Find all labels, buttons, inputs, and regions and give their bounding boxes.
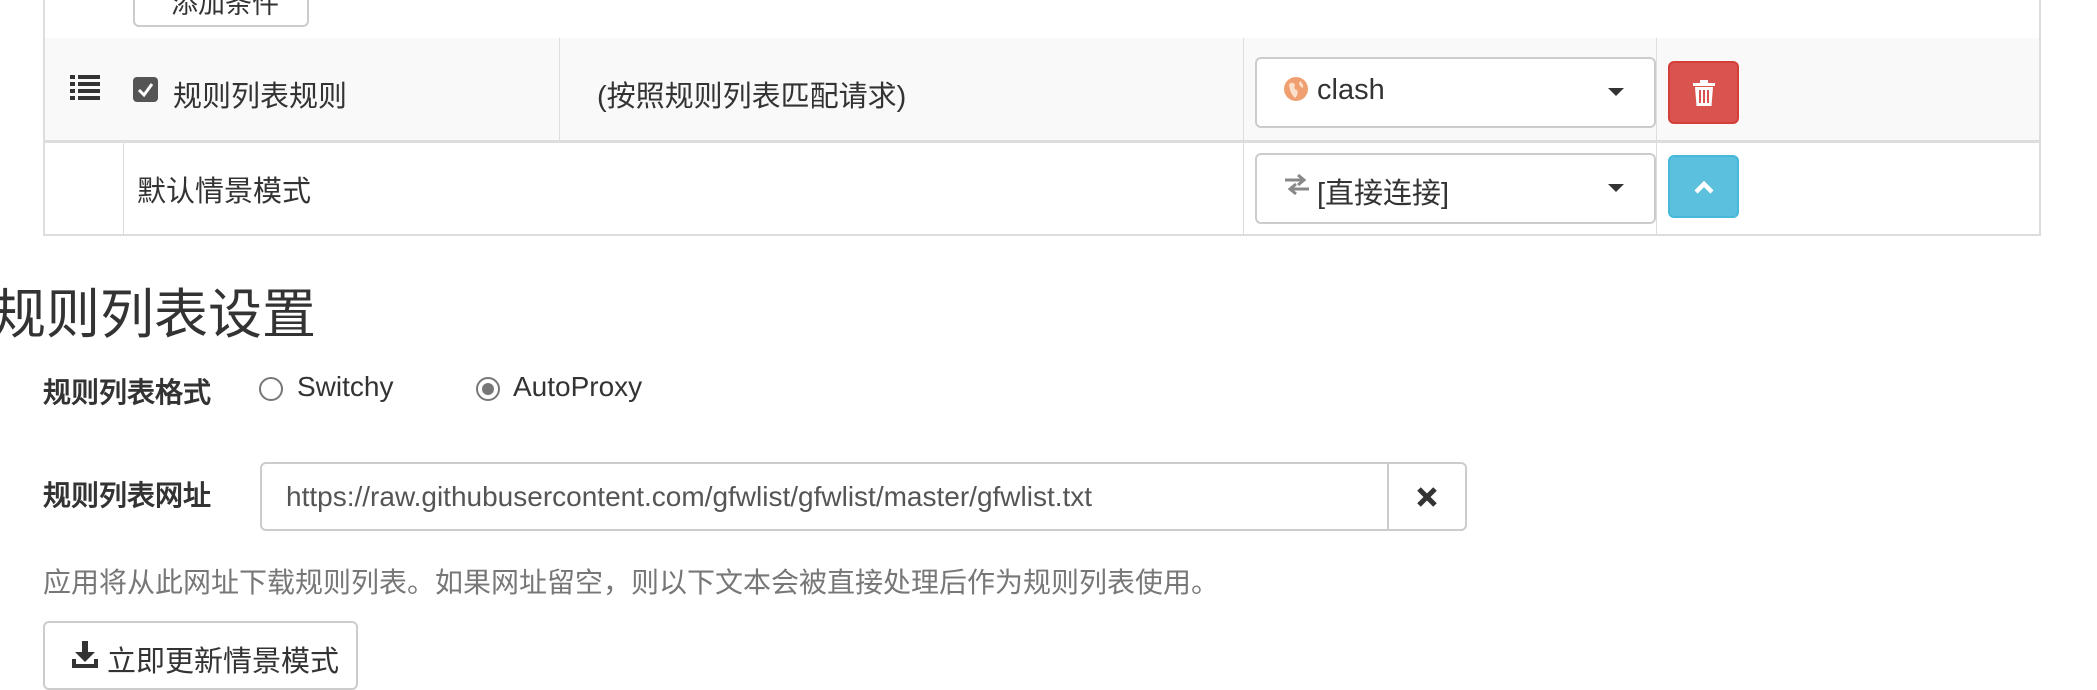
table-row-default-profile: 默认情景模式 [直接连接] [45, 140, 2039, 234]
transfer-arrows-icon [1285, 173, 1309, 196]
rule-list-url-input[interactable] [260, 462, 1389, 531]
chevron-down-icon [1608, 184, 1624, 192]
checkmark-icon [137, 83, 154, 98]
rule-list-url-group [260, 462, 1467, 531]
update-profile-label: 立即更新情景模式 [107, 646, 340, 678]
rule-profile-value: clash [1317, 74, 1385, 106]
move-up-button[interactable] [1668, 155, 1739, 218]
table-row-add-condition: 添加条件 [45, 0, 2039, 41]
list-drag-handle-icon[interactable] [70, 74, 100, 100]
rule-list-help-text: 应用将从此网址下载规则列表。如果网址留空，则以下文本会被直接处理后作为规则列表使… [43, 567, 1220, 598]
default-profile-value: [直接连接] [1317, 178, 1450, 210]
rule-list-settings-title: 规则列表设置 [0, 285, 316, 345]
chevron-up-icon [1693, 180, 1714, 194]
format-radio-switchy[interactable] [259, 377, 283, 401]
delete-rule-button[interactable] [1668, 61, 1739, 124]
format-option-switchy[interactable]: Switchy [297, 371, 393, 403]
add-condition-label: 添加条件 [171, 0, 279, 19]
rule-enabled-checkbox[interactable] [133, 77, 158, 102]
download-icon [72, 641, 98, 668]
add-condition-button[interactable]: 添加条件 [133, 0, 309, 27]
format-radio-autoproxy[interactable] [476, 377, 500, 401]
rule-list-format-label: 规则列表格式 [43, 377, 212, 408]
clear-url-button[interactable] [1387, 462, 1467, 531]
trash-icon [1692, 79, 1715, 106]
table-row-rule-list: 规则列表规则 (按照规则列表匹配请求) clash [45, 38, 2039, 143]
rule-list-rule-name: 规则列表规则 [173, 81, 348, 113]
default-profile-select[interactable]: [直接连接] [1255, 153, 1656, 224]
chevron-down-icon [1608, 88, 1624, 96]
update-profile-button[interactable]: 立即更新情景模式 [43, 621, 358, 690]
rule-list-url-label: 规则列表网址 [43, 480, 212, 511]
format-option-autoproxy[interactable]: AutoProxy [513, 371, 642, 403]
switch-rules-table: 添加条件 规则列表规则 (按照规则列表匹配请求) clash 默认情景模式 [直… [43, 0, 2041, 236]
close-x-icon [1417, 486, 1437, 507]
rule-profile-select[interactable]: clash [1255, 57, 1656, 128]
rule-list-rule-description: (按照规则列表匹配请求) [597, 81, 907, 113]
default-profile-label: 默认情景模式 [137, 176, 312, 208]
globe-icon [1284, 77, 1308, 101]
